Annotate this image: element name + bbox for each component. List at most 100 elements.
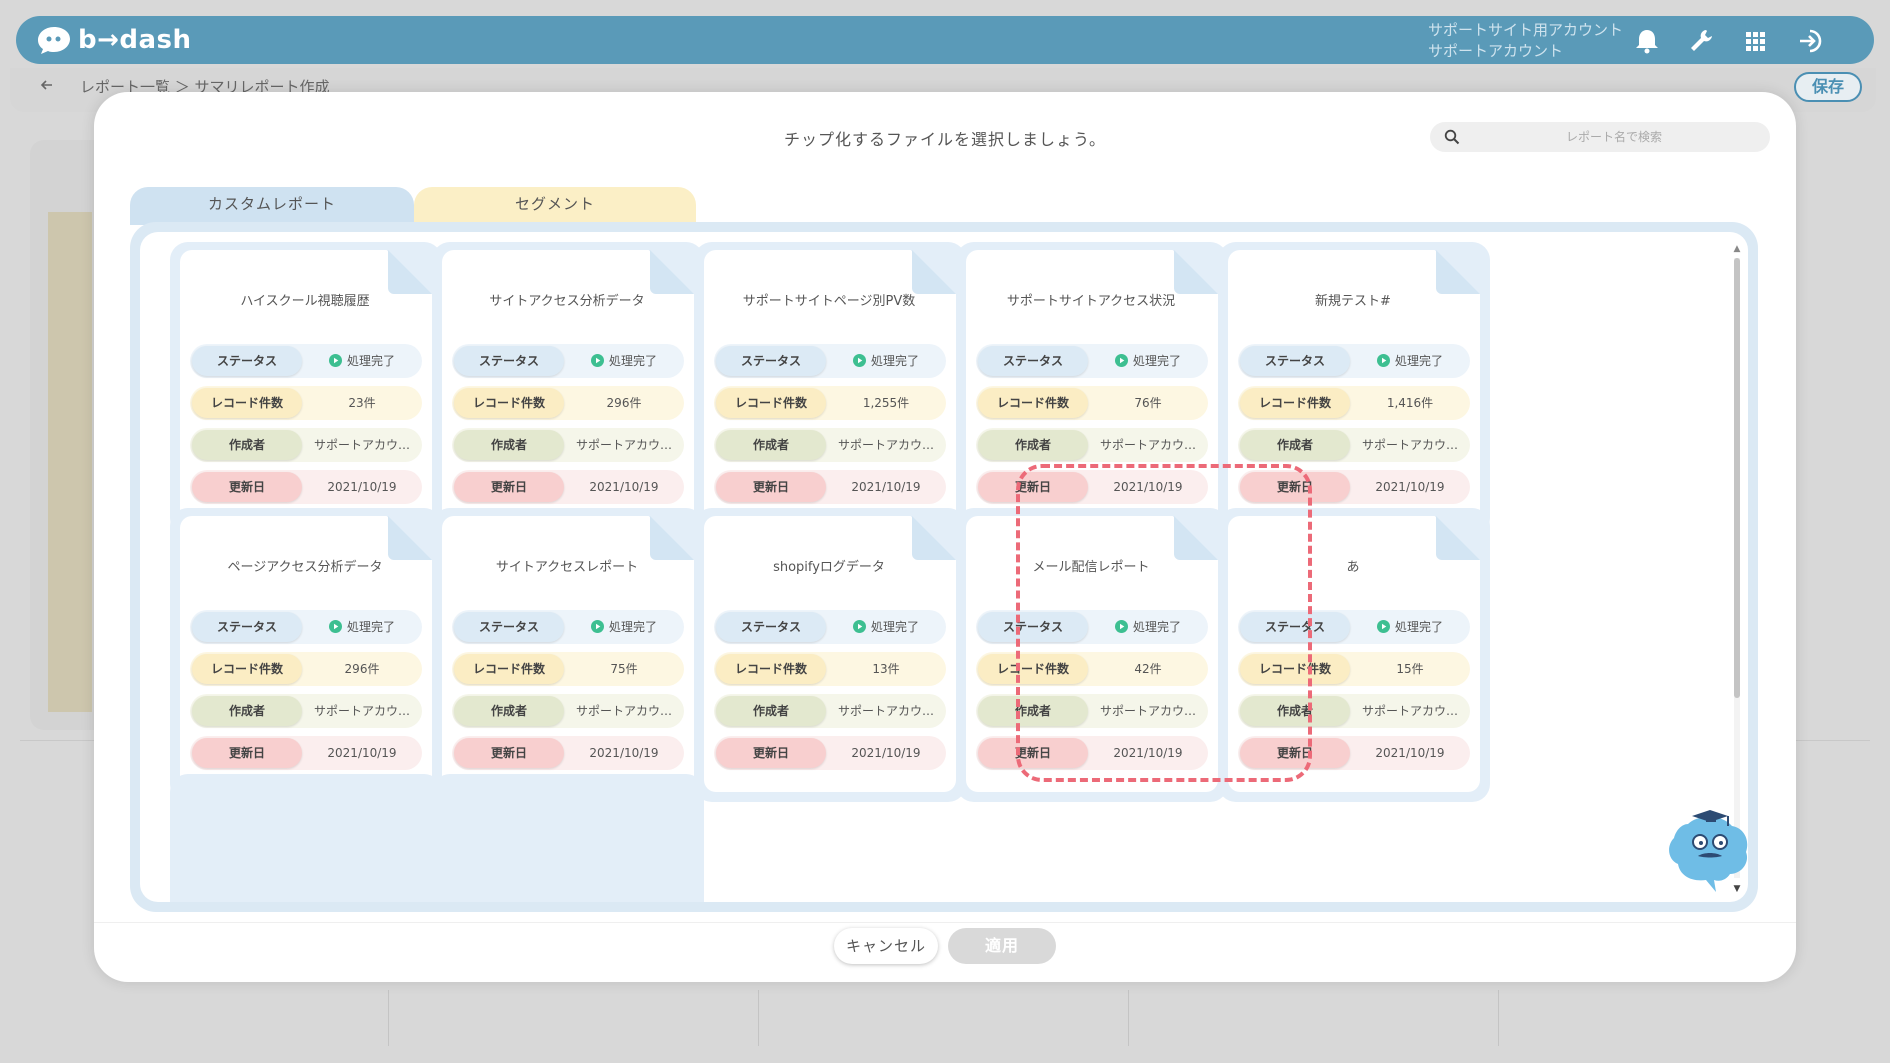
- row-label-records: レコード件数: [716, 654, 826, 684]
- play-circle-icon: [1376, 354, 1390, 367]
- card-title: 新規テスト#: [1315, 294, 1391, 309]
- card-row-creator: 作成者 サポートアカウ…: [976, 428, 1208, 462]
- page-fold-icon: [1436, 516, 1480, 560]
- report-card[interactable]: [432, 774, 704, 902]
- card-row-status: ステータス 処理完了: [1238, 344, 1470, 378]
- scroll-thumb[interactable]: [1734, 258, 1740, 698]
- play-circle-icon: [590, 354, 604, 367]
- row-label-records: レコード件数: [1240, 388, 1350, 418]
- row-value-status: 処理完了: [304, 346, 420, 376]
- search-box[interactable]: [1430, 122, 1770, 152]
- row-value-creator: サポートアカウ…: [1361, 704, 1458, 718]
- row-label-creator: 作成者: [716, 430, 826, 460]
- card-row-records: レコード件数 296件: [190, 652, 422, 686]
- row-value-records: 15件: [1396, 662, 1424, 676]
- row-label-updated: 更新日: [716, 738, 826, 768]
- row-label-creator: 作成者: [454, 696, 564, 726]
- row-value-creator: サポートアカウ…: [837, 704, 934, 718]
- report-card[interactable]: サイトアクセスレポート ステータス 処理完了 レコード件数 75件 作成者 サポートアカウ……: [432, 508, 704, 802]
- logout-icon[interactable]: [1796, 26, 1826, 56]
- card-title: ページアクセス分析データ: [227, 560, 383, 575]
- card-row-status: ステータス 処理完了: [190, 344, 422, 378]
- apps-grid-icon[interactable]: [1740, 26, 1770, 56]
- row-value-updated: 2021/10/19: [851, 746, 921, 760]
- row-value-creator: サポートアカウ…: [313, 704, 410, 718]
- background-divider: [758, 990, 759, 1046]
- row-label-creator: 作成者: [192, 696, 302, 726]
- page-fold-icon: [650, 516, 694, 560]
- row-label-records: レコード件数: [454, 654, 564, 684]
- report-card[interactable]: ページアクセス分析データ ステータス 処理完了 レコード件数 296件 作成者 サポートアカ…: [170, 508, 442, 802]
- row-label-updated: 更新日: [716, 472, 826, 502]
- scroll-up-arrow-icon[interactable]: ▲: [1732, 244, 1742, 254]
- card-row-creator: 作成者 サポートアカウ…: [452, 428, 684, 462]
- vertical-scrollbar[interactable]: ▲ ▼: [1732, 244, 1742, 894]
- status-text: 処理完了: [1394, 354, 1443, 368]
- report-card[interactable]: サイトアクセス分析データ ステータス 処理完了 レコード件数 296件 作成者 サポートアカ…: [432, 242, 704, 536]
- row-label-records: レコード件数: [978, 388, 1088, 418]
- card-row-records: レコード件数 75件: [452, 652, 684, 686]
- card-title: サポートサイトページ別PV数: [742, 294, 916, 309]
- card-row-creator: 作成者 サポートアカウ…: [452, 694, 684, 728]
- row-label-creator: 作成者: [1240, 430, 1350, 460]
- row-value-updated: 2021/10/19: [1375, 480, 1445, 494]
- row-label-status: ステータス: [716, 346, 826, 376]
- card-row-updated: 更新日 2021/10/19: [714, 470, 946, 504]
- row-label-status: ステータス: [454, 346, 564, 376]
- card-row-creator: 作成者 サポートアカウ…: [714, 694, 946, 728]
- report-card[interactable]: shopifyログデータ ステータス 処理完了 レコード件数 13件 作成者 サポートアカウ…: [694, 508, 966, 802]
- card-row-updated: 更新日 2021/10/19: [714, 736, 946, 770]
- report-card[interactable]: [170, 774, 442, 902]
- row-value-creator: サポートアカウ…: [1361, 438, 1458, 452]
- logo-text: b→dash: [78, 25, 192, 55]
- search-input[interactable]: [1474, 126, 1754, 148]
- play-circle-icon: [852, 620, 866, 633]
- row-label-records: レコード件数: [716, 388, 826, 418]
- row-value-records: 296件: [344, 662, 380, 676]
- row-value-status: 処理完了: [304, 612, 420, 642]
- status-text: 処理完了: [1132, 354, 1181, 368]
- row-value-status: 処理完了: [828, 612, 944, 642]
- page-fold-icon: [1174, 250, 1218, 294]
- status-text: 処理完了: [608, 620, 657, 634]
- row-value-creator: サポートアカウ…: [575, 704, 672, 718]
- background-divider: [1498, 990, 1499, 1046]
- status-text: 処理完了: [346, 354, 395, 368]
- help-mascot-icon[interactable]: [1658, 804, 1756, 896]
- footer-divider: [94, 922, 1796, 923]
- bell-icon[interactable]: [1632, 26, 1662, 56]
- save-button[interactable]: 保存: [1794, 72, 1862, 102]
- play-circle-icon: [852, 354, 866, 367]
- row-value-updated: 2021/10/19: [851, 480, 921, 494]
- account-info: サポートサイト用アカウント サポートアカウント: [1428, 20, 1623, 62]
- report-card[interactable]: ハイスクール視聴履歴 ステータス 処理完了 レコード件数 23件 作成者 サポートアカウ… 更…: [170, 242, 442, 536]
- tab-custom-report[interactable]: カスタムレポート: [130, 187, 414, 225]
- card-row-records: レコード件数 1,255件: [714, 386, 946, 420]
- card-row-updated: 更新日 2021/10/19: [452, 736, 684, 770]
- card-row-updated: 更新日 2021/10/19: [452, 470, 684, 504]
- row-value-records: 13件: [872, 662, 900, 676]
- row-value-updated: 2021/10/19: [327, 480, 397, 494]
- back-arrow-icon[interactable]: [38, 76, 56, 94]
- status-text: 処理完了: [870, 354, 919, 368]
- row-label-status: ステータス: [978, 346, 1088, 376]
- row-label-records: レコード件数: [192, 654, 302, 684]
- row-value-records: 75件: [610, 662, 638, 676]
- selected-card-outline: [1016, 464, 1312, 782]
- report-card-grid: ▲ ▼ ハイスクール視聴履歴 ステータス 処理完了 レコード件数 23件 作成者 サポートア…: [140, 232, 1748, 902]
- cancel-button[interactable]: キャンセル: [834, 928, 938, 964]
- row-label-creator: 作成者: [716, 696, 826, 726]
- tab-segment[interactable]: セグメント: [414, 187, 696, 225]
- play-circle-icon: [328, 354, 342, 367]
- logo[interactable]: b→dash: [36, 24, 192, 56]
- row-label-creator: 作成者: [192, 430, 302, 460]
- status-text: 処理完了: [608, 354, 657, 368]
- card-row-updated: 更新日 2021/10/19: [190, 736, 422, 770]
- report-card[interactable]: サポートサイトページ別PV数 ステータス 処理完了 レコード件数 1,255件 作成者 サポ…: [694, 242, 966, 536]
- card-title: ハイスクール視聴履歴: [240, 294, 370, 309]
- row-value-status: 処理完了: [1352, 612, 1468, 642]
- wrench-icon[interactable]: [1686, 26, 1716, 56]
- apply-button[interactable]: 適用: [948, 928, 1056, 964]
- row-label-creator: 作成者: [454, 430, 564, 460]
- play-circle-icon: [1376, 620, 1390, 633]
